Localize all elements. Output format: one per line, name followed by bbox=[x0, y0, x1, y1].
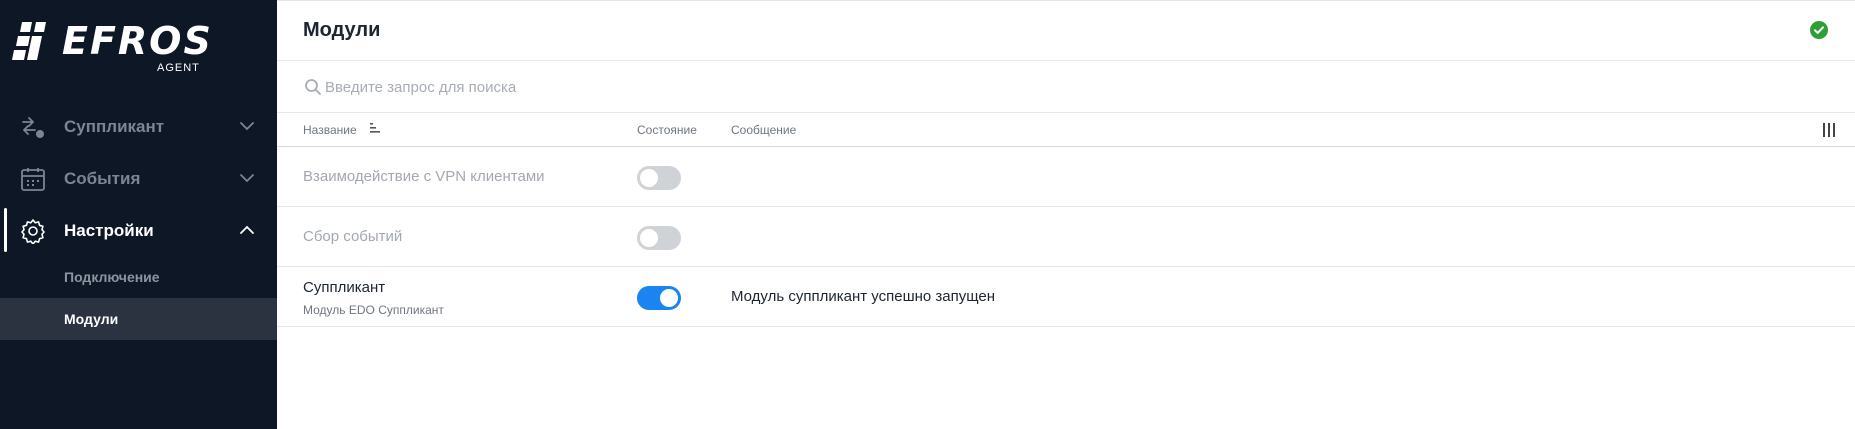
page-title: Модули bbox=[303, 19, 381, 41]
gear-icon bbox=[21, 219, 45, 244]
module-name: Сбор событий bbox=[303, 228, 403, 245]
search-icon bbox=[305, 79, 321, 95]
sidebar-item-label: Суппликант bbox=[64, 117, 165, 136]
module-name: Суппликант bbox=[303, 279, 386, 296]
table-row: Сбор событий bbox=[277, 207, 1855, 267]
logo-subtext: AGENT bbox=[157, 62, 200, 74]
sidebar-item-label: Настройки bbox=[64, 221, 154, 240]
sidebar-item-events[interactable]: События bbox=[0, 156, 277, 200]
column-header-state[interactable]: Состояние bbox=[637, 123, 697, 137]
chevron-down-icon bbox=[240, 122, 254, 131]
sidebar-subitem-label: Модули bbox=[64, 311, 119, 327]
column-header-name[interactable]: Название bbox=[303, 123, 357, 137]
chevron-down-icon bbox=[240, 174, 254, 183]
column-header-message[interactable]: Сообщение bbox=[731, 123, 796, 137]
module-name: Взаимодействие с VPN клиентами bbox=[303, 168, 545, 185]
supplicant-icon bbox=[22, 117, 44, 138]
sidebar-item-label: События bbox=[64, 169, 141, 188]
columns-icon[interactable] bbox=[1821, 122, 1837, 138]
chevron-up-icon bbox=[240, 225, 254, 234]
page-header: Модули bbox=[277, 1, 1855, 61]
sort-icon[interactable] bbox=[369, 122, 381, 134]
app-window: EFROS AGENT Суппликант События Настройки… bbox=[0, 0, 1855, 429]
toggle-knob bbox=[640, 229, 658, 247]
search-bar bbox=[277, 61, 1855, 113]
module-toggle[interactable] bbox=[637, 226, 681, 250]
table-row: Суппликант Модуль EDO Суппликант Модуль … bbox=[277, 267, 1855, 327]
logo: EFROS AGENT bbox=[12, 20, 212, 76]
sidebar-subitem-connection[interactable]: Подключение bbox=[0, 256, 277, 298]
search-input[interactable] bbox=[325, 73, 925, 101]
logo-wordmark: EFROS bbox=[62, 19, 213, 63]
sidebar-item-supplicant[interactable]: Суппликант bbox=[0, 104, 277, 148]
module-message: Модуль суппликант успешно запущен bbox=[731, 288, 996, 305]
table-row: Взаимодействие с VPN клиентами bbox=[277, 147, 1855, 207]
toggle-knob bbox=[660, 289, 678, 307]
table-header: Название Состояние Сообщение bbox=[277, 113, 1855, 147]
calendar-icon bbox=[21, 168, 45, 191]
logo-mark-icon bbox=[12, 22, 46, 60]
sidebar-subitem-label: Подключение bbox=[64, 269, 160, 285]
check-circle-icon bbox=[1810, 21, 1828, 39]
module-description: Модуль EDO Суппликант bbox=[303, 303, 444, 317]
module-toggle[interactable] bbox=[637, 286, 681, 310]
sidebar-item-settings[interactable]: Настройки bbox=[0, 208, 277, 252]
main-content: Модули Название Состояние Сообщение bbox=[277, 0, 1855, 429]
toggle-knob bbox=[640, 169, 658, 187]
sidebar: EFROS AGENT Суппликант События Настройки… bbox=[0, 0, 277, 429]
module-toggle[interactable] bbox=[637, 166, 681, 190]
sidebar-subitem-modules[interactable]: Модули bbox=[0, 298, 277, 340]
